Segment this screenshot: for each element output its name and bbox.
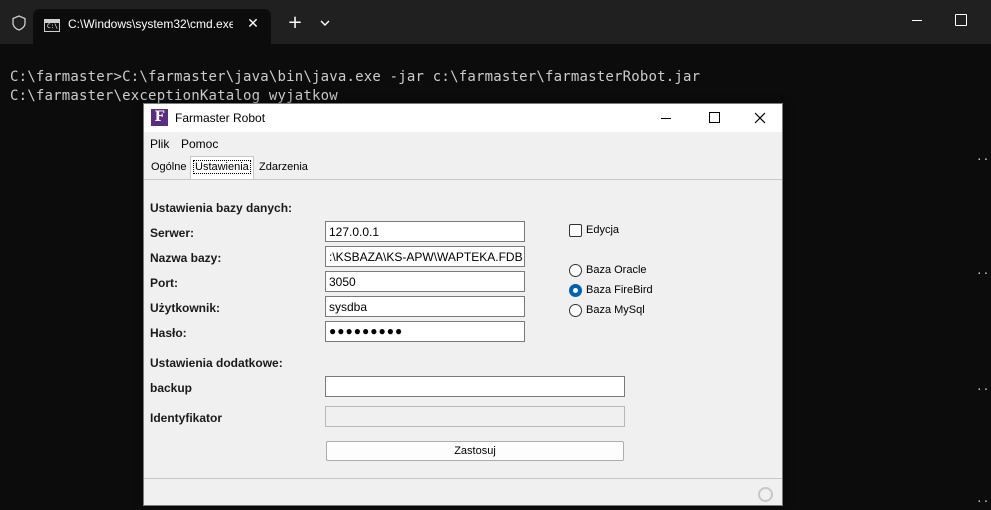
password-label: Hasło: [150,326,187,340]
tab-ustawienia[interactable]: Ustawienia [190,156,254,179]
password-input[interactable]: ●●●●●●●●● [325,321,525,342]
extra-settings-heading: Ustawienia dodatkowe: [150,356,283,370]
radio-firebird-label: Baza FireBird [586,284,653,296]
terminal-titlebar: C:\ C:\Windows\system32\cmd.exe ✕ + [0,0,991,44]
backup-input[interactable] [325,376,625,397]
radio-mysql-label: Baza MySql [586,304,645,316]
shield-icon[interactable] [11,15,27,31]
dbname-label: Nazwa bazy: [150,251,222,265]
terminal-tab-title: C:\Windows\system32\cmd.exe [68,17,233,31]
terminal-ellipsis: .. [976,264,990,277]
radio-firebird[interactable] [569,284,582,297]
cmd-icon: C:\ [44,19,60,32]
close-tab-icon[interactable]: ✕ [244,15,262,33]
maximize-button[interactable] [709,112,720,123]
dbname-input[interactable]: :\KSBAZA\KS-APW\WAPTEKA.FDB [325,246,525,267]
port-input[interactable]: 3050 [325,271,525,292]
tab-zdarzenia[interactable]: Zdarzenia [256,157,311,178]
window-title: Farmaster Robot [175,111,266,125]
menu-pomoc[interactable]: Pomoc [181,137,218,151]
terminal-tab[interactable]: C:\ C:\Windows\system32\cmd.exe ✕ [33,9,271,44]
radio-oracle[interactable] [569,264,582,277]
server-label: Serwer: [150,226,195,240]
user-input[interactable]: sysdba [325,296,525,317]
farmaster-robot-window: F Farmaster Robot Plik Pomoc Ogólne Usta… [143,103,783,506]
new-tab-icon[interactable]: + [286,14,304,32]
status-bar [144,478,782,505]
menu-bar: Plik Pomoc [144,132,782,155]
radio-oracle-label: Baza Oracle [586,264,647,276]
terminal-ellipsis: .. [976,380,990,393]
apply-button[interactable]: Zastosuj [326,441,624,461]
settings-panel: Ustawienia bazy danych: Serwer: 127.0.0.… [144,180,782,478]
terminal-scrollbar[interactable] [975,44,991,510]
status-indicator-icon [758,487,773,502]
menu-plik[interactable]: Plik [150,137,169,151]
app-logo-icon: F [151,109,168,126]
terminal-ellipsis: .. [976,492,990,505]
tab-ogolne[interactable]: Ogólne [148,157,189,178]
server-input[interactable]: 127.0.0.1 [325,221,525,242]
user-label: Użytkownik: [150,301,221,315]
identifier-input [325,406,625,427]
terminal-output-line: C:\farmaster>C:\farmaster\java\bin\java.… [10,69,701,85]
terminal-ellipsis: .. [976,150,990,163]
db-settings-heading: Ustawienia bazy danych: [150,201,293,215]
radio-mysql[interactable] [569,304,582,317]
terminal-maximize-button[interactable] [955,14,967,26]
identifier-label: Identyfikator [150,411,223,425]
port-label: Port: [150,276,178,290]
terminal-output-line: C:\farmaster\exceptionKatalog wyjatkow [10,88,338,104]
tab-strip: Ogólne Ustawienia Zdarzenia [144,155,782,180]
terminal-minimize-button[interactable] [909,13,925,29]
edit-checkbox-label: Edycja [586,224,620,236]
minimize-button[interactable] [659,111,673,125]
close-icon[interactable] [751,109,769,127]
backup-label: backup [150,381,193,395]
window-titlebar[interactable]: F Farmaster Robot [144,104,782,132]
edit-checkbox[interactable] [569,224,582,237]
chevron-down-icon[interactable] [316,14,334,32]
